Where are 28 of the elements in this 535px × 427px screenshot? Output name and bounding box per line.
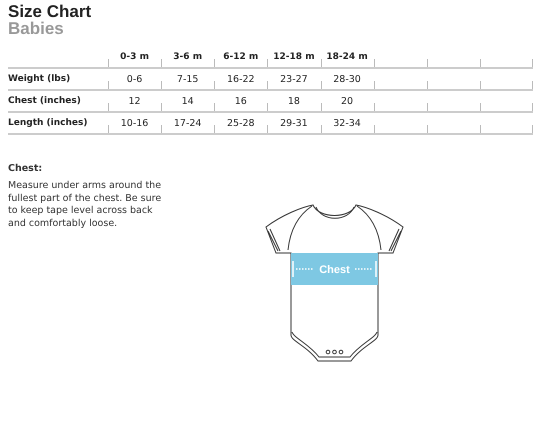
- page-title: Size Chart: [8, 3, 92, 20]
- table-cell: 23-27: [267, 69, 320, 91]
- note-text: Measure under arms around the fullest part of the chest. Be sure to keep tape level across back and comfortably loose.: [8, 180, 162, 230]
- table-cell: 17-24: [161, 113, 214, 135]
- row-label: Weight (lbs): [8, 69, 108, 91]
- table-cell: 29-31: [267, 113, 320, 135]
- column-header: 12-18 m: [267, 47, 320, 69]
- column-header: 3-6 m: [161, 47, 214, 69]
- table-cell: 16-22: [214, 69, 268, 91]
- table-cell: 20: [320, 91, 374, 113]
- table-cell: 7-15: [161, 69, 214, 91]
- table-cell: 16: [214, 91, 268, 113]
- column-header: 18-24 m: [320, 47, 374, 69]
- table-cell: 32-34: [320, 113, 374, 135]
- page-subtitle: Babies: [8, 20, 65, 37]
- note-heading: Chest:: [8, 163, 44, 174]
- table-cell: 14: [161, 91, 214, 113]
- table-cell: 28-30: [320, 69, 374, 91]
- table-cell: 25-28: [214, 113, 268, 135]
- table-cell: 12: [108, 91, 162, 113]
- chest-label: Chest: [319, 264, 350, 276]
- table-cell: 10-16: [108, 113, 162, 135]
- table-cell: 0-6: [108, 69, 162, 91]
- column-header: 6-12 m: [214, 47, 268, 69]
- column-header: 0-3 m: [108, 47, 162, 69]
- row-label: Chest (inches): [8, 91, 108, 113]
- row-label: Length (inches): [8, 113, 108, 135]
- table-cell: 18: [267, 91, 320, 113]
